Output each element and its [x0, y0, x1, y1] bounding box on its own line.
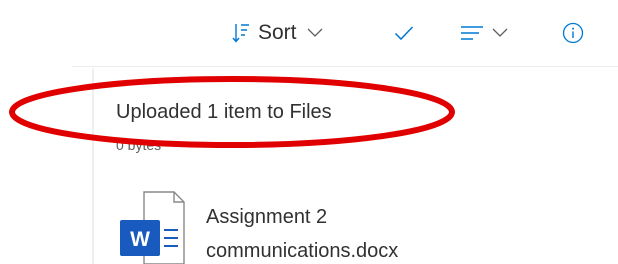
sort-icon	[232, 24, 249, 43]
word-document-icon: W	[120, 191, 185, 264]
info-icon	[562, 22, 584, 44]
view-options-icon	[461, 26, 483, 40]
sort-label: Sort	[258, 21, 297, 44]
notification-title: Uploaded 1 item to Files	[116, 101, 332, 123]
file-name-line1: Assignment 2	[206, 206, 328, 228]
chevron-down-icon	[492, 28, 508, 37]
command-bar: Sort	[0, 0, 618, 66]
notification-size: 0 bytes	[116, 137, 162, 153]
view-options-button[interactable]	[460, 0, 508, 66]
select-button[interactable]	[394, 0, 414, 66]
sort-button[interactable]: Sort	[232, 0, 323, 66]
checkmark-icon	[394, 26, 414, 41]
uploaded-file-item[interactable]: W Assignment 2 communications.docx	[96, 190, 596, 264]
word-icon-letter: W	[130, 228, 150, 251]
info-button[interactable]	[562, 0, 584, 66]
file-name-line2: communications.docx	[206, 240, 399, 262]
chevron-down-icon	[307, 28, 322, 37]
